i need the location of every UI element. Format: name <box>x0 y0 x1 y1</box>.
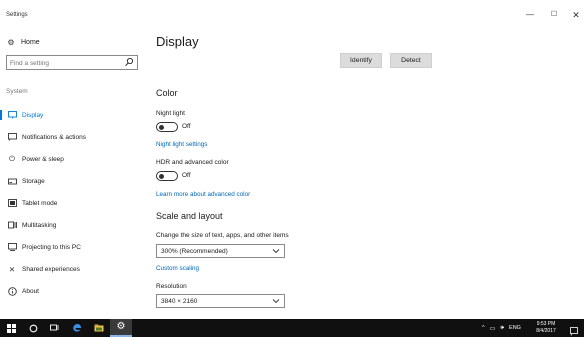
night-light-label: Night light <box>156 110 185 117</box>
night-light-settings-link[interactable]: Night light settings <box>156 141 207 148</box>
scale-dropdown-value: 300% (Recommended) <box>161 248 228 255</box>
edge-icon[interactable] <box>66 319 88 337</box>
sidebar-home-label: Home <box>21 38 40 46</box>
sidebar-item-notifications[interactable]: Notifications & actions <box>0 126 145 148</box>
page-title: Display <box>156 34 199 49</box>
advanced-color-link[interactable]: Learn more about advanced color <box>156 191 250 198</box>
clock[interactable]: 9:53 PM 8/4/2017 <box>528 321 564 335</box>
search-input[interactable] <box>10 58 120 68</box>
window-title: Settings <box>6 12 28 18</box>
language-indicator[interactable]: ENG <box>509 325 521 331</box>
storage-icon <box>7 176 17 186</box>
chevron-up-icon[interactable]: ^ <box>482 325 485 331</box>
sidebar-item-label: Display <box>22 111 44 119</box>
hdr-state: Off <box>182 172 191 179</box>
volume-icon[interactable]: 🕪 <box>500 325 504 332</box>
system-tray: ^ ▭ 🕪 ENG <box>482 319 521 337</box>
task-view-icon[interactable] <box>44 319 66 337</box>
gear-icon: ⚙ <box>116 321 126 332</box>
sidebar-home[interactable]: ⚙ Home <box>6 36 40 48</box>
custom-scaling-link[interactable]: Custom scaling <box>156 265 199 272</box>
gear-icon: ⚙ <box>7 37 15 47</box>
sidebar-item-shared-experiences[interactable]: ✕ Shared experiences <box>0 258 145 280</box>
taskbar: ⚙ ^ ▭ 🕪 ENG 9:53 PM 8/4/2017 <box>0 319 584 337</box>
night-light-state: Off <box>182 123 191 130</box>
sidebar-item-storage[interactable]: Storage <box>0 170 145 192</box>
chevron-down-icon <box>272 249 280 254</box>
color-heading: Color <box>156 88 178 98</box>
resolution-dropdown-value: 3840 × 2160 <box>161 298 198 305</box>
active-indicator <box>0 110 2 120</box>
power-icon: ⏻ <box>9 154 15 163</box>
resolution-dropdown[interactable]: 3840 × 2160 <box>156 294 285 308</box>
sidebar-item-projecting[interactable]: Projecting to this PC <box>0 236 145 258</box>
resolution-label: Resolution <box>156 283 187 290</box>
sidebar-item-display[interactable]: Display <box>0 104 145 126</box>
multitasking-icon <box>7 220 17 230</box>
sidebar-item-label: Tablet mode <box>22 199 58 207</box>
sidebar-item-label: Power & sleep <box>22 155 64 163</box>
sidebar-item-label: About <box>22 287 39 295</box>
scale-dropdown[interactable]: 300% (Recommended) <box>156 244 285 258</box>
sidebar-item-label: Multitasking <box>22 221 57 229</box>
search-icon[interactable] <box>124 57 134 68</box>
sidebar-item-label: Notifications & actions <box>22 133 86 141</box>
scale-layout-heading: Scale and layout <box>156 211 223 221</box>
detect-button[interactable]: Detect <box>390 53 432 68</box>
sidebar-item-label: Projecting to this PC <box>22 243 81 251</box>
shared-experiences-icon: ✕ <box>8 264 16 274</box>
main-content: Display Identify Detect Color Night ligh… <box>155 30 584 319</box>
file-explorer-icon[interactable] <box>88 319 110 337</box>
hdr-label: HDR and advanced color <box>156 159 229 166</box>
sidebar-item-label: Shared experiences <box>22 265 80 273</box>
identify-button[interactable]: Identify <box>340 53 382 68</box>
maximize-button[interactable]: ☐ <box>546 9 562 21</box>
sidebar-item-power-sleep[interactable]: ⏻ Power & sleep <box>0 148 145 170</box>
sidebar-item-about[interactable]: About <box>0 280 145 302</box>
clock-date: 8/4/2017 <box>536 328 556 334</box>
sidebar-item-label: Storage <box>22 177 45 185</box>
sidebar-nav: Display Notifications & actions ⏻ Power … <box>0 104 145 302</box>
info-icon <box>7 286 17 296</box>
network-icon[interactable]: ▭ <box>490 325 496 332</box>
toggle-knob <box>159 173 164 179</box>
night-light-toggle[interactable] <box>156 122 178 132</box>
sidebar-item-tablet-mode[interactable]: Tablet mode <box>0 192 145 214</box>
minimize-button[interactable]: — <box>522 9 538 21</box>
cortana-icon[interactable] <box>22 319 44 337</box>
action-center-icon[interactable] <box>570 323 578 336</box>
toggle-knob <box>159 124 164 130</box>
chevron-down-icon <box>272 299 280 304</box>
clock-time: 9:53 PM <box>536 321 556 327</box>
tablet-icon <box>7 198 17 208</box>
title-bar: Settings — ☐ ✕ <box>0 0 584 30</box>
windows-start-icon[interactable] <box>0 319 22 337</box>
sidebar-item-multitasking[interactable]: Multitasking <box>0 214 145 236</box>
search-box[interactable] <box>6 55 138 70</box>
settings-icon[interactable]: ⚙ <box>110 319 132 337</box>
sidebar-section-label: System <box>6 88 28 95</box>
projecting-icon <box>7 242 17 252</box>
notification-icon <box>7 132 17 142</box>
monitor-icon <box>7 110 17 120</box>
size-label: Change the size of text, apps, and other… <box>156 232 289 239</box>
close-button[interactable]: ✕ <box>568 9 584 21</box>
sidebar: ⚙ Home System Display Notifications & ac… <box>0 30 145 319</box>
hdr-toggle[interactable] <box>156 171 178 181</box>
